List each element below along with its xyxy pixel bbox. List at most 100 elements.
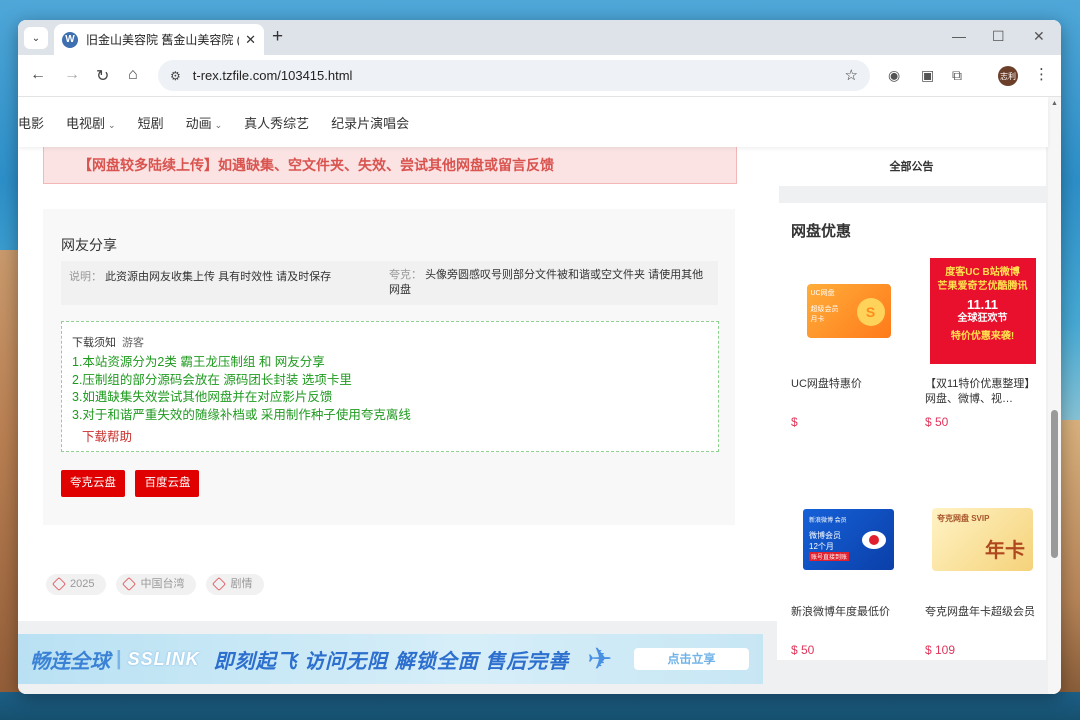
- maximize-icon[interactable]: ☐: [992, 28, 1005, 45]
- share-section: 网友分享 说明： 此资源由网友收集上传 具有时效性 请及时保存 夸克： 头像旁圆…: [43, 209, 735, 525]
- all-announcements-link[interactable]: 全部公告: [777, 147, 1046, 186]
- ad-banner[interactable]: 畅连全球 | SSLINK 即刻起飞 访问无阻 解锁全面 售后完善 ✈ 点击立享: [18, 634, 763, 684]
- scroll-up-icon[interactable]: ▲: [1051, 100, 1058, 107]
- desktop-background-bottom: [0, 692, 1080, 720]
- upload-notice: 【网盘较多陆续上传】如遇缺集、空文件夹、失效、尝试其他网盘或留言反馈: [43, 147, 737, 184]
- airplane-icon: ✈: [587, 642, 613, 676]
- quark-cloud-button[interactable]: 夸克云盘: [61, 470, 125, 497]
- tab-bar: ⌄ W 旧金山美容院 舊金山美容院 (20 ✕ + — ☐ ✕: [18, 20, 1061, 55]
- deal-name: 新浪微博年度最低价: [791, 606, 890, 618]
- tag-icon: [122, 576, 137, 592]
- weibo-card-image: 新浪微博 会员 微博会员 12个月 账号直接到账: [791, 483, 906, 595]
- deal-item[interactable]: 度客UC B站微博 芒果爱奇艺优酷腾讯 11.11 全球狂欢节 特价优惠来袭! …: [925, 255, 1040, 429]
- download-rules: 1.本站资源分为2类 霸王龙压制组 和 网友分享 2.压制组的部分源码会放在 源…: [72, 354, 411, 424]
- rule-line: 3.如遇缺集失效尝试其他网盘并在对应影片反馈: [72, 390, 333, 404]
- rule-line: 1.本站资源分为2类 霸王龙压制组 和 网友分享: [72, 355, 325, 369]
- deal-item[interactable]: 夸克网盘 SVIP 年卡 夸克网盘年卡超级会员 $ 109: [925, 483, 1040, 657]
- scrollbar-thumb[interactable]: [1051, 410, 1058, 558]
- download-notice-box: 下载须知 游客 1.本站资源分为2类 霸王龙压制组 和 网友分享 2.压制组的部分…: [61, 321, 719, 452]
- quark-note: 夸克： 头像旁圆感叹号则部分文件被和谐或空文件夹 请使用其他网盘: [389, 268, 714, 298]
- deal-price: $ 50: [925, 415, 949, 429]
- quark-label: 夸克：: [389, 269, 422, 281]
- deal-item[interactable]: UC网盘 超级会员 月卡 S UC网盘特惠价 $: [791, 255, 906, 429]
- share-title: 网友分享: [61, 237, 117, 253]
- banner-sub: SSLINK: [127, 648, 200, 669]
- tag-year[interactable]: 2025: [46, 574, 107, 595]
- new-tab-icon[interactable]: +: [272, 26, 283, 48]
- banner-cta-button[interactable]: 点击立享: [634, 648, 749, 670]
- rule-line: 3.对于和谐严重失效的随缘补档或 采用制作种子使用夸克离线: [72, 407, 411, 422]
- back-icon[interactable]: ←: [30, 66, 46, 84]
- minimize-icon[interactable]: —: [952, 28, 966, 44]
- banner-divider: |: [116, 647, 122, 670]
- nav-item-movies[interactable]: 电影: [18, 113, 44, 132]
- browser-window: ⌄ W 旧金山美容院 舊金山美容院 (20 ✕ + — ☐ ✕ ← → ↻ ⌂ …: [18, 20, 1061, 694]
- desktop-background-right: [1058, 420, 1080, 720]
- reload-icon[interactable]: ↻: [96, 66, 109, 86]
- site-info-icon[interactable]: ⚙: [170, 69, 181, 83]
- tag-list: 2025 中国台湾 剧情: [46, 574, 274, 595]
- baidu-cloud-button[interactable]: 百度云盘: [135, 470, 200, 497]
- url-text: t-rex.tzfile.com/103415.html: [192, 68, 353, 83]
- deal-item[interactable]: 新浪微博 会员 微博会员 12个月 账号直接到账 新浪微博年度最低价 $ 50: [791, 483, 906, 657]
- uc-card-image: UC网盘 超级会员 月卡 S: [791, 255, 906, 367]
- browser-menu-icon[interactable]: ⋮: [1034, 65, 1049, 83]
- home-icon[interactable]: ⌂: [128, 66, 138, 84]
- uc-badge-icon: S: [856, 298, 885, 326]
- nav-item-documentary[interactable]: 纪录片演唱会: [331, 113, 409, 132]
- forward-icon[interactable]: →: [64, 66, 80, 84]
- url-input[interactable]: ⚙ t-rex.tzfile.com/103415.html ☆: [158, 60, 870, 91]
- download-buttons: 夸克云盘 百度云盘: [61, 470, 205, 497]
- nav-item-short-drama[interactable]: 短剧: [138, 113, 164, 132]
- nav-item-tv[interactable]: 电视剧 ⌄: [66, 113, 116, 132]
- note-text: 此资源由网友收集上传 具有时效性 请及时保存: [105, 271, 332, 283]
- profile-avatar[interactable]: 志利: [998, 66, 1018, 86]
- deal-price: $ 109: [925, 643, 956, 657]
- share-info: 说明： 此资源由网友收集上传 具有时效性 请及时保存 夸克： 头像旁圆感叹号则部…: [61, 261, 718, 305]
- extension-circle-icon[interactable]: ◉: [888, 67, 900, 84]
- tag-genre[interactable]: 剧情: [206, 574, 265, 595]
- rule-line: 2.压制组的部分源码会放在 源码团长封装 选项卡里: [72, 372, 352, 387]
- tag-region[interactable]: 中国台湾: [116, 574, 197, 595]
- deal-price: $: [791, 415, 798, 429]
- close-tab-icon[interactable]: ✕: [245, 32, 256, 48]
- weibo-eye-icon: [862, 530, 886, 549]
- tag-icon: [212, 576, 227, 592]
- extensions-puzzle-icon[interactable]: ⧉: [952, 67, 962, 84]
- tab-search-button[interactable]: ⌄: [24, 27, 48, 49]
- tag-icon: [51, 576, 67, 592]
- page-viewport: 电影 电视剧 ⌄ 短剧 动画 ⌄ 真人秀综艺 纪录片演唱会 【网盘较多陆续上传】如遇…: [18, 97, 1061, 694]
- svip-card: 夸克网盘 SVIP 年卡: [932, 507, 1033, 571]
- uc-card: UC网盘 超级会员 月卡 S: [806, 284, 891, 338]
- download-help-link[interactable]: 下载帮助: [82, 426, 132, 445]
- bookmark-star-icon[interactable]: ☆: [845, 66, 858, 84]
- cloud-deals-panel: 网盘优惠 UC网盘 超级会员 月卡 S UC网盘特惠价 $ 度客UC B站微博: [777, 203, 1046, 660]
- page-scrollbar[interactable]: ▲: [1048, 97, 1061, 694]
- svip-card-image: 夸克网盘 SVIP 年卡: [925, 483, 1040, 595]
- note-label: 说明：: [69, 271, 102, 283]
- download-head: 下载须知 游客: [72, 337, 144, 349]
- active-tab[interactable]: W 旧金山美容院 舊金山美容院 (20 ✕: [54, 24, 264, 55]
- main-content: 【网盘较多陆续上传】如遇缺集、空文件夹、失效、尝试其他网盘或留言反馈 网友分享 …: [18, 147, 779, 621]
- guest-label: 游客: [122, 337, 144, 349]
- deal-name: UC网盘特惠价: [791, 378, 862, 390]
- tab-title: 旧金山美容院 舊金山美容院 (20: [86, 33, 240, 47]
- promo-image: 度客UC B站微博 芒果爱奇艺优酷腾讯 11.11 全球狂欢节 特价优惠来袭!: [925, 255, 1040, 367]
- site-nav: 电影 电视剧 ⌄ 短剧 动画 ⌄ 真人秀综艺 纪录片演唱会: [18, 97, 1048, 147]
- banner-brand: 畅连全球: [30, 650, 110, 673]
- wordpress-icon: W: [62, 31, 78, 48]
- promo-1111: 度客UC B站微博 芒果爱奇艺优酷腾讯 11.11 全球狂欢节 特价优惠来袭!: [929, 258, 1036, 364]
- address-bar: ← → ↻ ⌂ ⚙ t-rex.tzfile.com/103415.html ☆…: [18, 55, 1061, 97]
- chevron-down-icon: ⌄: [214, 119, 223, 130]
- quark-text: 头像旁圆感叹号则部分文件被和谐或空文件夹 请使用其他网盘: [389, 269, 704, 296]
- deal-price: $ 50: [791, 643, 815, 657]
- nav-item-anime[interactable]: 动画 ⌄: [186, 113, 223, 132]
- chevron-down-icon: ⌄: [108, 119, 116, 130]
- share-note: 说明： 此资源由网友收集上传 具有时效性 请及时保存: [69, 268, 331, 284]
- deal-name: 夸克网盘年卡超级会员: [925, 606, 1035, 618]
- nav-item-variety[interactable]: 真人秀综艺: [244, 113, 309, 132]
- extension-edit-icon[interactable]: ▣: [921, 67, 934, 84]
- close-window-icon[interactable]: ✕: [1033, 28, 1045, 45]
- deal-name: 【双11特价优惠整理】网盘、微博、视…: [925, 378, 1036, 405]
- banner-slogan: 即刻起飞 访问无阻 解锁全面 售后完善: [213, 650, 570, 673]
